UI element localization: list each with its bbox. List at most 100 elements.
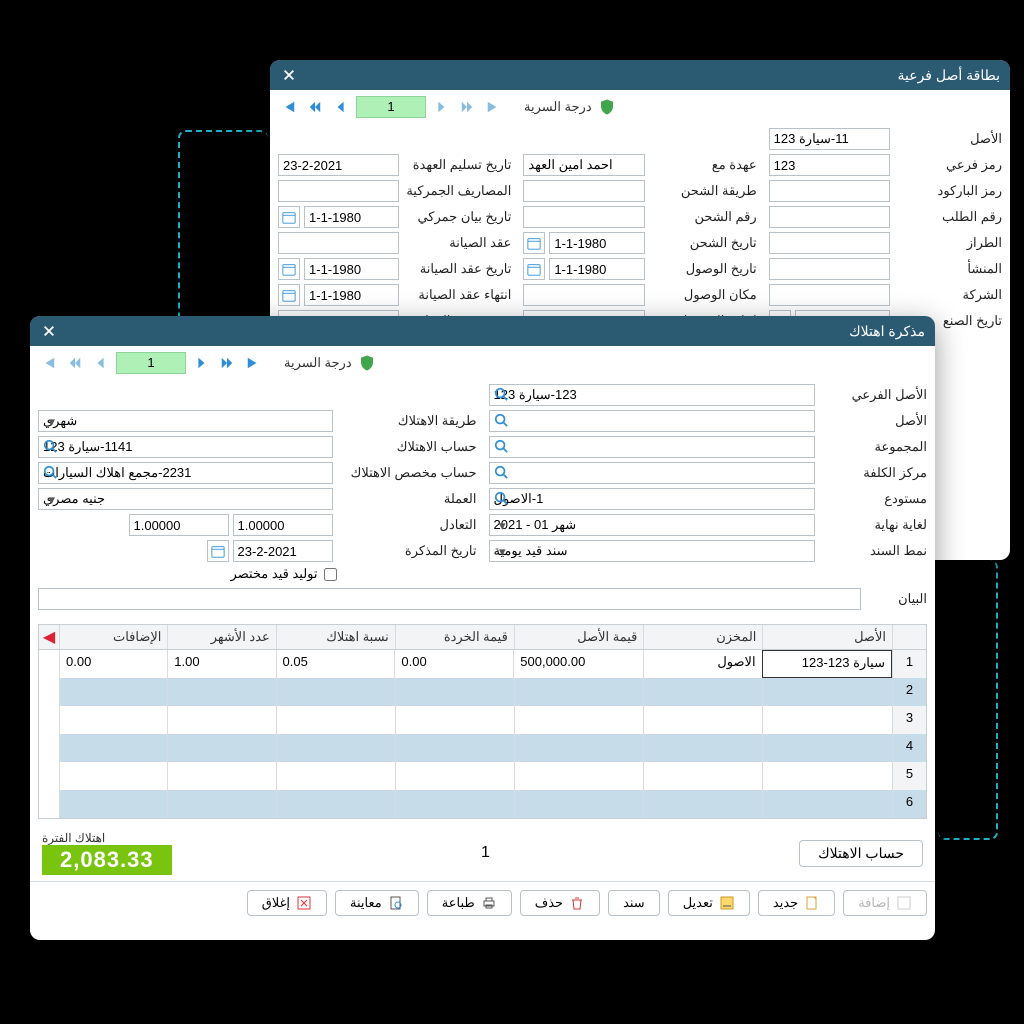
search-icon[interactable] [492,439,508,455]
nav-first-icon[interactable] [278,96,300,118]
add-button[interactable]: إضافة [843,890,927,916]
col-add[interactable]: الإضافات [59,625,167,649]
fld-asset[interactable] [489,410,816,432]
search-icon[interactable] [492,491,508,507]
fld-model[interactable] [769,232,890,254]
fld-dep-account[interactable]: 1141-سيارة 123 [38,436,333,458]
search-icon[interactable] [492,387,508,403]
nav-prev-icon[interactable] [330,96,352,118]
fld-group[interactable] [489,436,816,458]
calendar-icon[interactable] [278,206,300,228]
table-row[interactable]: 5 [39,762,926,790]
fld-memo-date[interactable]: 23-2-2021 [233,540,333,562]
nav-first-icon[interactable] [38,352,60,374]
fld-sub-asset[interactable]: 123-سيارة 123 [489,384,816,406]
chevron-down-icon[interactable]: ▾ [41,414,55,428]
scroll-indicator-icon[interactable]: ◀ [39,625,59,649]
calendar-icon[interactable] [523,232,545,254]
record-number[interactable]: 1 [116,352,186,374]
chevron-down-icon[interactable]: ▾ [492,544,506,558]
chevron-down-icon[interactable]: ▾ [41,492,55,506]
nav-toolbar-back: 1 درجة السرية [270,90,1010,124]
nav-prev-fast-icon[interactable] [64,352,86,374]
fld-maint-date[interactable]: 1-1-1980 [304,258,399,280]
record-number[interactable]: 1 [356,96,426,118]
fld-custody-with[interactable]: احمد امين العهد [523,154,644,176]
calc-depreciation-button[interactable]: حساب الاهتلاك [799,840,923,867]
close-icon[interactable] [40,322,58,340]
nav-last-icon[interactable] [242,352,264,374]
calendar-icon[interactable] [278,284,300,306]
security-level[interactable]: درجة السرية [284,354,376,372]
calendar-icon[interactable] [523,258,545,280]
search-icon[interactable] [41,439,57,455]
nav-prev-icon[interactable] [90,352,112,374]
nav-next-fast-icon[interactable] [456,96,478,118]
fld-origin[interactable] [769,258,890,280]
col-pct[interactable]: نسبة اهتلاك [276,625,395,649]
fld-maint-end[interactable]: 1-1-1980 [304,284,399,306]
calendar-icon[interactable] [278,258,300,280]
titlebar-back[interactable]: بطاقة أصل فرعية [270,60,1010,90]
fld-warehouse[interactable]: 1-الاصول [489,488,816,510]
nav-next-icon[interactable] [430,96,452,118]
col-value[interactable]: قيمة الأصل [514,625,644,649]
close-button[interactable]: إغلاق [247,890,327,916]
fld-until-end[interactable]: شهر 01 - 2021▾ [489,514,816,536]
nav-next-fast-icon[interactable] [216,352,238,374]
fld-statement[interactable] [38,588,861,610]
fld-parity1[interactable]: 1.00000 [233,514,333,536]
lbl-sub-code: رمز فرعي [894,157,1002,173]
col-months[interactable]: عدد الأشهر [167,625,275,649]
table-row[interactable]: 4 [39,734,926,762]
fld-asset[interactable]: 11-سيارة 123 [769,128,890,150]
fld-sub-code[interactable]: 123 [769,154,890,176]
nav-next-icon[interactable] [190,352,212,374]
fld-ship-method[interactable] [523,180,644,202]
calendar-icon[interactable] [207,540,229,562]
titlebar-front[interactable]: مذكرة اهتلاك [30,316,935,346]
fld-order-no[interactable] [769,206,890,228]
fld-doc-type[interactable]: سند قيد يومية▾ [489,540,816,562]
edit-button[interactable]: تعديل [668,890,750,916]
search-icon[interactable] [41,465,57,481]
search-icon[interactable] [492,413,508,429]
fld-ship-no[interactable] [523,206,644,228]
lbl-warehouse: مستودع [819,491,927,507]
table-row[interactable]: 6 [39,790,926,818]
fld-arrive-date[interactable]: 1-1-1980 [549,258,644,280]
nav-prev-fast-icon[interactable] [304,96,326,118]
fld-dep-method[interactable]: شهري▾ [38,410,333,432]
fld-ship-date[interactable]: 1-1-1980 [549,232,644,254]
fld-barcode[interactable] [769,180,890,202]
fld-dep-acc-account[interactable]: 2231-مجمع اهلاك السيارات [38,462,333,484]
fld-maint-contract[interactable] [278,232,399,254]
fld-arrive-place[interactable] [523,284,644,306]
col-scrap[interactable]: قيمة الخردة [395,625,514,649]
col-store[interactable]: المخزن [643,625,762,649]
fld-custody-date[interactable]: 23-2-2021 [278,154,399,176]
close-icon[interactable] [280,66,298,84]
fld-customs-date[interactable]: 1-1-1980 [304,206,399,228]
fld-customs[interactable] [278,180,399,202]
col-asset[interactable]: الأصل [762,625,892,649]
lbl-customs: المصاريف الجمركية [403,183,511,199]
print-button[interactable]: طباعة [427,890,512,916]
preview-button[interactable]: معاينة [335,890,419,916]
delete-button[interactable]: حذف [520,890,600,916]
nav-last-icon[interactable] [482,96,504,118]
fld-currency[interactable]: جنيه مصري▾ [38,488,333,510]
security-level[interactable]: درجة السرية [524,98,616,116]
fld-parity2[interactable]: 1.00000 [129,514,229,536]
table-row[interactable]: 3 [39,706,926,734]
new-button[interactable]: جديد [758,890,835,916]
voucher-button[interactable]: سند [608,890,660,916]
fld-cost-center[interactable] [489,462,816,484]
table-row[interactable]: 1سيارة 123-123الاصول500,000.000.000.051.… [39,650,926,678]
lbl-ship-no: رقم الشحن [649,209,757,225]
search-icon[interactable] [492,465,508,481]
fld-company[interactable] [769,284,890,306]
chevron-down-icon[interactable]: ▾ [492,518,506,532]
chk-short-entry[interactable] [324,568,337,581]
table-row[interactable]: 2 [39,678,926,706]
